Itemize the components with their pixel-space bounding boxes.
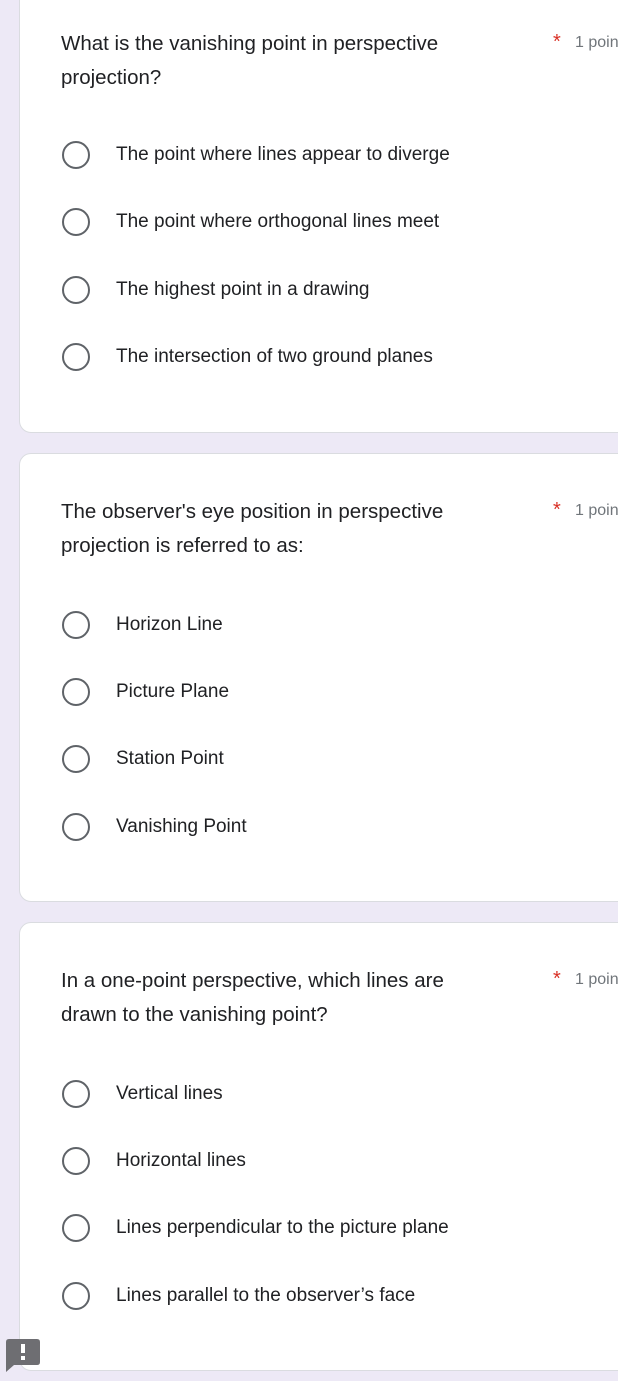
option-label: Station Point	[116, 748, 224, 769]
question-card-1: What is the vanishing point in perspecti…	[19, 0, 618, 433]
radio-option[interactable]: Horizontal lines	[61, 1141, 581, 1181]
radio-button[interactable]	[62, 745, 90, 773]
radio-button[interactable]	[62, 343, 90, 371]
option-label: Lines parallel to the observer’s face	[116, 1285, 416, 1306]
radio-option[interactable]: Lines perpendicular to the picture plane	[61, 1208, 581, 1248]
radio-option[interactable]: Picture Plane	[61, 672, 581, 712]
radio-option[interactable]: The point where lines appear to diverge	[61, 135, 581, 175]
option-label: Picture Plane	[116, 681, 230, 702]
radio-option[interactable]: Vanishing Point	[61, 807, 581, 847]
radio-option[interactable]: Vertical lines	[61, 1074, 581, 1114]
points-label: 1 point	[575, 502, 618, 519]
required-asterisk: *	[553, 31, 561, 53]
radio-button[interactable]	[62, 1214, 90, 1242]
radio-option[interactable]: Lines parallel to the observer’s face	[61, 1276, 581, 1316]
radio-button[interactable]	[62, 1147, 90, 1175]
radio-button[interactable]	[62, 141, 90, 169]
required-asterisk: *	[553, 499, 561, 521]
radio-button[interactable]	[62, 813, 90, 841]
question-title: What is the vanishing point in perspecti…	[61, 32, 439, 89]
report-feedback-button[interactable]	[6, 1339, 40, 1372]
radio-button[interactable]	[62, 611, 90, 639]
option-label: Lines perpendicular to the picture plane	[116, 1217, 449, 1238]
question-card-2: The observer's eye position in perspecti…	[19, 453, 618, 902]
report-feedback-icon	[6, 1339, 40, 1372]
radio-option[interactable]: Station Point	[61, 739, 581, 779]
points-label: 1 point	[575, 34, 618, 51]
radio-button[interactable]	[62, 678, 90, 706]
option-label: Vanishing Point	[116, 816, 247, 837]
radio-button[interactable]	[62, 1282, 90, 1310]
radio-option[interactable]: The intersection of two ground planes	[61, 337, 581, 377]
option-label: The point where lines appear to diverge	[116, 144, 450, 165]
option-label: Vertical lines	[116, 1083, 223, 1104]
question-title: The observer's eye position in perspecti…	[61, 500, 444, 557]
radio-option[interactable]: Horizon Line	[61, 605, 581, 645]
option-label: The highest point in a drawing	[116, 279, 370, 300]
option-label: Horizon Line	[116, 614, 223, 635]
radio-button[interactable]	[62, 208, 90, 236]
radio-option[interactable]: The highest point in a drawing	[61, 270, 581, 310]
radio-option[interactable]: The point where orthogonal lines meet	[61, 202, 581, 242]
option-label: The intersection of two ground planes	[116, 346, 433, 367]
question-title: In a one-point perspective, which lines …	[61, 969, 444, 1026]
option-label: Horizontal lines	[116, 1150, 246, 1171]
points-label: 1 point	[575, 971, 618, 988]
question-card-3: In a one-point perspective, which lines …	[19, 922, 618, 1371]
radio-button[interactable]	[62, 1080, 90, 1108]
radio-button[interactable]	[62, 276, 90, 304]
option-label: The point where orthogonal lines meet	[116, 211, 440, 232]
required-asterisk: *	[553, 968, 561, 990]
